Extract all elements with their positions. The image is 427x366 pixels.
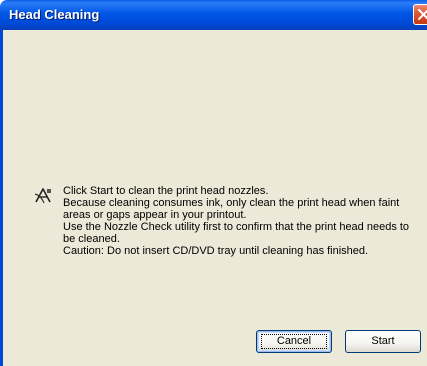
window-title: Head Cleaning xyxy=(9,7,100,22)
print-head-cleaning-icon xyxy=(34,188,51,204)
message-line: Caution: Do not insert CD/DVD tray until… xyxy=(63,245,369,257)
title-bar[interactable]: Head Cleaning xyxy=(0,0,427,30)
close-icon xyxy=(418,9,427,20)
message-line: Because cleaning consumes ink, only clea… xyxy=(63,197,400,221)
start-button[interactable]: Start xyxy=(345,330,421,353)
start-button-label: Start xyxy=(371,335,395,347)
message-line: Use the Nozzle Check utility first to co… xyxy=(63,221,410,245)
close-button[interactable] xyxy=(413,4,427,25)
cancel-button[interactable]: Cancel xyxy=(256,330,332,353)
message-line: Click Start to clean the print head nozz… xyxy=(63,185,269,197)
message-text: Click Start to clean the print head nozz… xyxy=(63,185,413,257)
cancel-button-label: Cancel xyxy=(276,335,312,347)
head-cleaning-dialog: Head Cleaning Click Start to clean the p… xyxy=(0,0,427,366)
